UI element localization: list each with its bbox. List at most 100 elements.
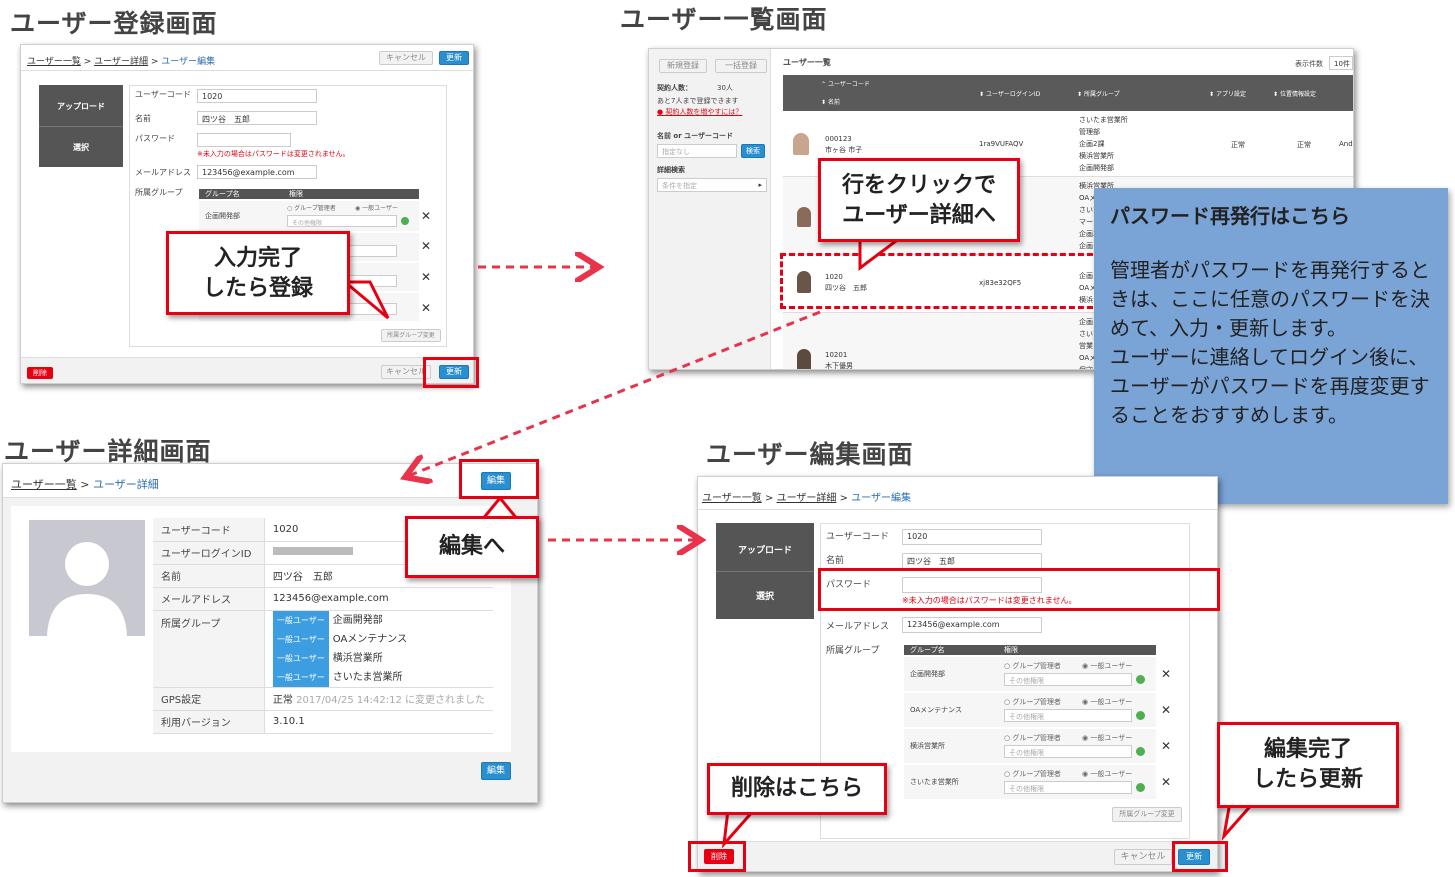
- update-button-top[interactable]: 更新: [439, 51, 469, 65]
- group-col-header: グループ名: [910, 646, 945, 654]
- col-gps[interactable]: ⬍ 位置情報設定: [1273, 89, 1316, 98]
- password-input[interactable]: [197, 133, 291, 147]
- breadcrumb-list-link[interactable]: ユーザー一覧: [702, 493, 762, 504]
- increase-contract-link[interactable]: ● 契約人数を増やすには？: [657, 107, 742, 117]
- detail-value: 3.10.1: [264, 710, 493, 734]
- role-badge: 一般ユーザー: [272, 667, 329, 687]
- col-name[interactable]: ⬍ 名前: [821, 97, 840, 106]
- breadcrumb-detail-link[interactable]: ユーザー詳細: [94, 57, 148, 67]
- help-icon[interactable]: [1136, 747, 1145, 756]
- edit-button-bottom[interactable]: 編集: [481, 762, 511, 780]
- radio-general-user[interactable]: ◉ 一般ユーザー: [355, 203, 398, 212]
- new-register-button[interactable]: 新規登録: [659, 59, 707, 73]
- help-icon[interactable]: [1136, 711, 1145, 720]
- register-screen-title: ユーザー登録画面: [10, 9, 218, 38]
- radio-group-admin[interactable]: ○ グループ管理者: [1004, 769, 1061, 779]
- radio-general-user[interactable]: ◉ 一般ユーザー: [1082, 697, 1132, 707]
- breadcrumb-list-link[interactable]: ユーザー一覧: [27, 57, 81, 67]
- avatar: [29, 520, 145, 636]
- name-input[interactable]: 四ツ谷 五郎: [902, 553, 1042, 569]
- label-name: 名前: [826, 556, 845, 566]
- user-code-input[interactable]: 1020: [902, 529, 1042, 545]
- col-app[interactable]: ⬍ アプリ設定: [1209, 89, 1246, 98]
- change-group-button[interactable]: 所属グループ変更: [1112, 807, 1182, 822]
- label-name: 名前: [135, 114, 151, 123]
- row-app: 正常: [1231, 141, 1245, 149]
- email-input[interactable]: 123456@example.com: [197, 165, 317, 179]
- group-col-header: グループ名: [205, 190, 240, 198]
- group-name: さいたま営業所: [910, 778, 959, 786]
- col-login[interactable]: ⬍ ユーザーログインID: [979, 89, 1040, 98]
- per-page-select[interactable]: 10件: [1329, 56, 1353, 70]
- remove-group-icon[interactable]: ✕: [1161, 667, 1171, 681]
- select-button[interactable]: 選択: [716, 589, 814, 602]
- remove-group-icon[interactable]: ✕: [421, 209, 431, 223]
- help-icon[interactable]: [1136, 675, 1145, 684]
- user-photo: [797, 349, 811, 369]
- email-input[interactable]: 123456@example.com: [902, 617, 1042, 633]
- select-button[interactable]: 選択: [39, 142, 123, 153]
- other-permission-input[interactable]: その他権限: [1004, 673, 1132, 686]
- radio-group-admin[interactable]: ○ グループ管理者: [1004, 697, 1061, 707]
- radio-group-admin[interactable]: ○ グループ管理者: [1004, 733, 1061, 743]
- search-label: 名前 or ユーザーコード: [657, 132, 733, 140]
- radio-general-user[interactable]: ◉ 一般ユーザー: [1082, 661, 1132, 671]
- row-group: 管理部: [1079, 128, 1100, 136]
- detail-value: 正常 2017/04/25 14:42:12 に変更されました: [264, 687, 493, 711]
- edit-highlight: [459, 459, 539, 499]
- upload-button[interactable]: アップロード: [39, 101, 123, 112]
- row-name: 木下優男: [825, 362, 853, 370]
- row-group: 横浜営業所: [1079, 152, 1114, 160]
- cancel-button[interactable]: キャンセル: [1114, 849, 1172, 865]
- other-permission-input[interactable]: その他権限: [287, 215, 397, 227]
- help-icon[interactable]: [401, 217, 409, 225]
- change-group-button[interactable]: 所属グループ変更: [381, 329, 441, 342]
- condition-select[interactable]: 条件を指定 ▸: [657, 178, 767, 192]
- cancel-button[interactable]: キャンセル: [379, 51, 433, 65]
- remove-group-icon[interactable]: ✕: [421, 270, 431, 284]
- search-input[interactable]: 指定なし: [657, 144, 737, 158]
- delete-button[interactable]: 削除: [27, 367, 53, 379]
- row-highlight: [780, 253, 1102, 309]
- radio-general-user[interactable]: ◉ 一般ユーザー: [1082, 733, 1132, 743]
- bulk-register-button[interactable]: 一括登録: [715, 59, 767, 73]
- other-permission-input[interactable]: その他権限: [1004, 781, 1132, 794]
- other-permission-input[interactable]: その他権限: [1004, 709, 1132, 722]
- help-icon[interactable]: [1136, 783, 1145, 792]
- remove-group-icon[interactable]: ✕: [1161, 739, 1171, 753]
- remove-group-icon[interactable]: ✕: [1161, 703, 1171, 717]
- col-user-code[interactable]: ⌃ ユーザーコード: [821, 79, 870, 88]
- breadcrumb-detail-link[interactable]: ユーザー詳細: [777, 493, 837, 504]
- password-note-title: パスワード再発行はこちら: [1110, 204, 1350, 228]
- other-permission-input[interactable]: その他権限: [1004, 745, 1132, 758]
- password-note: ※未入力の場合はパスワードは変更されません。: [197, 150, 350, 158]
- avatar-upload[interactable]: アップロード 選択: [716, 523, 814, 619]
- radio-general-user[interactable]: ◉ 一般ユーザー: [1082, 769, 1132, 779]
- remove-group-icon[interactable]: ✕: [421, 301, 431, 315]
- password-note-body: 管理者がパスワードを再発行するときは、ここに任意のパスワードを決めて、入力・更新…: [1110, 258, 1430, 427]
- detail-key: ユーザーコード: [153, 518, 265, 542]
- search-button[interactable]: 検索: [741, 144, 765, 158]
- to-edit-callout: 編集へ: [405, 516, 539, 578]
- label-group: 所属グループ: [826, 646, 880, 656]
- name-input[interactable]: 四ツ谷 五郎: [197, 111, 317, 125]
- row-group: 企画: [1079, 242, 1093, 250]
- row-group: さいたま営業所: [1079, 116, 1128, 124]
- detail-search-label: 詳細検索: [657, 166, 685, 174]
- breadcrumb-list-link[interactable]: ユーザー一覧: [11, 478, 77, 491]
- row-login: 1ra9VUFAQV: [979, 140, 1024, 148]
- remove-group-icon[interactable]: ✕: [1161, 775, 1171, 789]
- list-title: ユーザー一覧: [783, 58, 831, 67]
- user-code-input[interactable]: 1020: [197, 89, 317, 103]
- avatar-upload[interactable]: アップロード 選択: [39, 85, 123, 167]
- upload-button[interactable]: アップロード: [716, 543, 814, 556]
- remove-group-icon[interactable]: ✕: [421, 239, 431, 253]
- detail-value: 123456@example.com: [264, 587, 493, 611]
- group-name: 横浜営業所: [332, 652, 383, 664]
- role-badge: 一般ユーザー: [272, 629, 329, 649]
- radio-group-admin[interactable]: ○ グループ管理者: [1004, 661, 1061, 671]
- row-name: 市ヶ谷 市子: [825, 146, 863, 154]
- radio-group-admin[interactable]: ○ グループ管理者: [287, 203, 336, 212]
- per-page-label: 表示件数: [1295, 60, 1323, 68]
- col-group[interactable]: ⬍ 所属グループ: [1077, 89, 1120, 98]
